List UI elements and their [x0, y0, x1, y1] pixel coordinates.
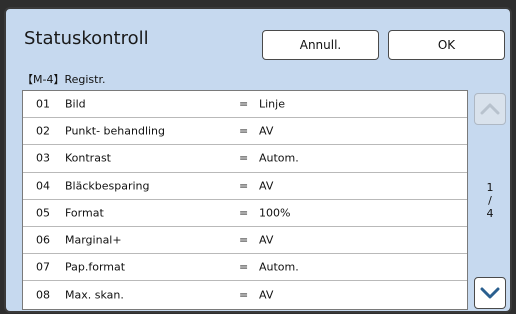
- list-item: 03 Kontrast = Autom.: [23, 145, 467, 173]
- item-equals: =: [239, 124, 249, 138]
- list-item: 02 Punkt- behandling = AV: [23, 118, 467, 146]
- scroll-up-button[interactable]: [474, 93, 506, 125]
- item-equals: =: [239, 206, 249, 220]
- dialog-title: Statuskontroll: [24, 28, 149, 49]
- item-name: Bläckbesparing: [65, 179, 150, 193]
- item-value: AV: [259, 179, 274, 193]
- item-equals: =: [239, 97, 249, 111]
- item-equals: =: [239, 233, 249, 247]
- status-check-dialog: Statuskontroll Annull. OK 【M-4】Registr. …: [4, 7, 512, 313]
- item-value: AV: [259, 233, 274, 247]
- item-value: Autom.: [259, 151, 299, 165]
- settings-list: 01 Bild = Linje 02 Punkt- behandling = A…: [22, 90, 468, 310]
- item-number: 01: [36, 97, 50, 111]
- item-name: Format: [65, 206, 104, 220]
- item-number: 02: [36, 124, 50, 138]
- page-current: 1: [486, 181, 494, 194]
- item-number: 07: [36, 260, 50, 274]
- item-name: Max. skan.: [65, 288, 124, 302]
- item-number: 08: [36, 288, 50, 302]
- item-number: 04: [36, 179, 50, 193]
- list-item: 04 Bläckbesparing = AV: [23, 173, 467, 200]
- scroll-down-button[interactable]: [474, 277, 506, 309]
- item-name: Bild: [65, 97, 86, 111]
- item-value: Autom.: [259, 260, 299, 274]
- item-name: Marginal+: [65, 233, 122, 247]
- list-item: 06 Marginal+ = AV: [23, 227, 467, 255]
- ok-button[interactable]: OK: [388, 30, 505, 60]
- item-number: 05: [36, 206, 50, 220]
- item-equals: =: [239, 179, 249, 193]
- list-item: 05 Format = 100%: [23, 200, 467, 227]
- cancel-button[interactable]: Annull.: [262, 30, 379, 60]
- page-separator: /: [488, 194, 492, 207]
- item-number: 03: [36, 151, 50, 165]
- chevron-up-icon: [480, 103, 500, 115]
- item-name: Pap.format: [65, 260, 126, 274]
- page-indicator: 1 / 4: [474, 181, 506, 220]
- item-value: 100%: [259, 206, 291, 220]
- item-value: Linje: [259, 97, 285, 111]
- list-item: 07 Pap.format = Autom.: [23, 254, 467, 282]
- item-equals: =: [239, 288, 249, 302]
- item-value: AV: [259, 288, 274, 302]
- list-item: 08 Max. skan. = AV: [23, 281, 467, 308]
- item-value: AV: [259, 124, 274, 138]
- item-equals: =: [239, 151, 249, 165]
- chevron-down-icon: [480, 287, 500, 299]
- page-total: 4: [486, 207, 494, 220]
- item-name: Kontrast: [65, 151, 111, 165]
- list-item: 01 Bild = Linje: [23, 91, 467, 119]
- item-number: 06: [36, 233, 50, 247]
- item-equals: =: [239, 260, 249, 274]
- section-label: 【M-4】Registr.: [22, 73, 106, 86]
- item-name: Punkt- behandling: [65, 124, 166, 138]
